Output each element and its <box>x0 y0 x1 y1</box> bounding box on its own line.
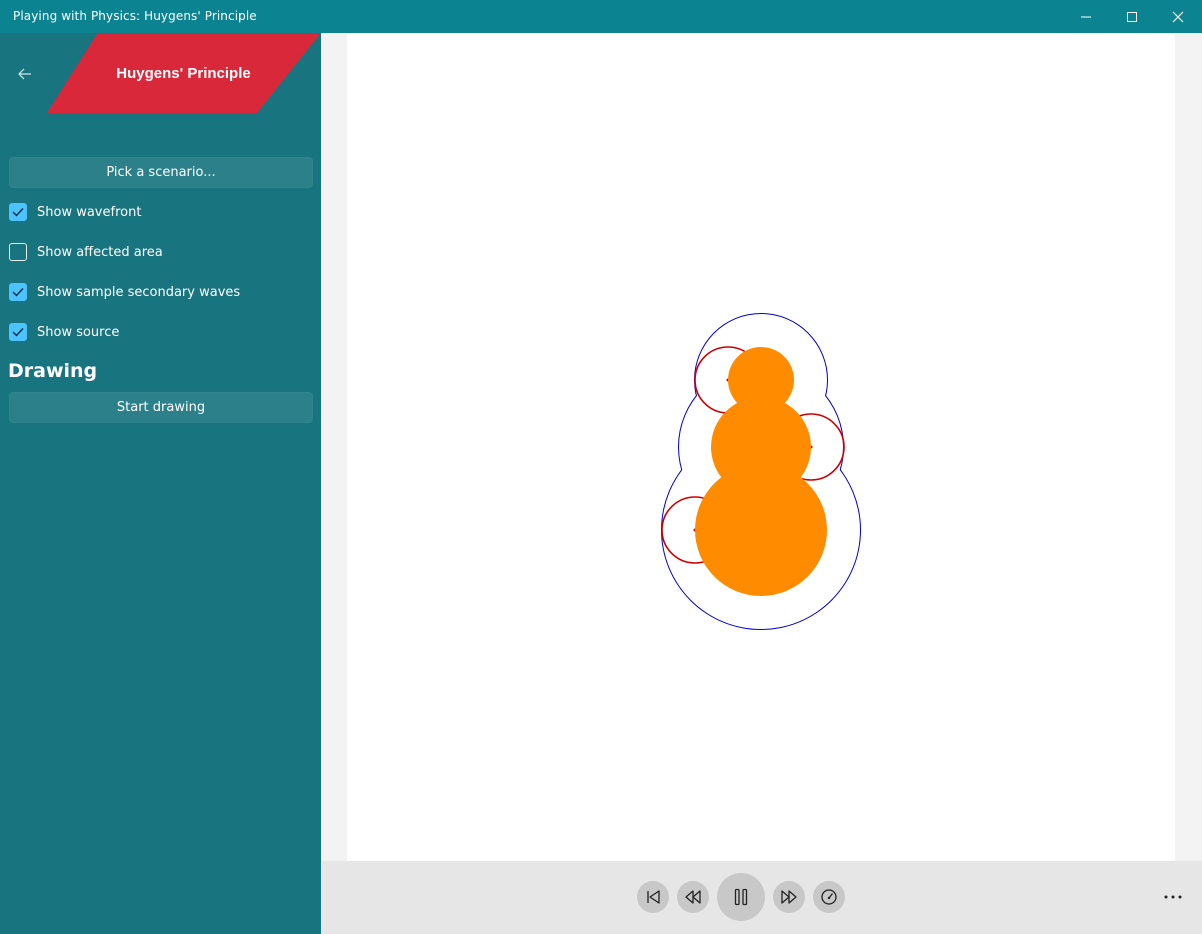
minimize-button[interactable] <box>1063 0 1109 33</box>
back-button[interactable] <box>12 61 38 87</box>
show-affected-area-label: Show affected area <box>37 244 163 260</box>
back-arrow-icon <box>18 68 31 80</box>
checkmark-icon <box>12 208 24 217</box>
banner-title: Huygens' Principle <box>116 65 251 82</box>
drawing-heading: Drawing <box>8 360 98 382</box>
more-icon <box>1164 895 1182 899</box>
show-source-label: Show source <box>37 324 120 340</box>
more-options-button[interactable] <box>1156 885 1190 909</box>
checkmark-icon <box>12 328 24 337</box>
maximize-icon <box>1127 11 1137 22</box>
show-affected-area-option[interactable]: Show affected area <box>9 241 163 263</box>
pause-button[interactable] <box>717 873 765 921</box>
fast-forward-icon <box>781 890 797 904</box>
maximize-button[interactable] <box>1109 0 1155 33</box>
start-drawing-button[interactable]: Start drawing <box>9 392 313 423</box>
show-source-option[interactable]: Show source <box>9 321 119 343</box>
minimize-icon <box>1081 16 1091 17</box>
title-bar: Playing with Physics: Huygens' Principle <box>0 0 1202 33</box>
pause-icon <box>734 888 748 906</box>
show-secondary-waves-label: Show sample secondary waves <box>37 284 241 300</box>
show-affected-area-checkbox[interactable] <box>9 243 27 261</box>
checkmark-icon <box>12 288 24 297</box>
show-wavefront-label: Show wavefront <box>37 204 142 220</box>
skip-to-start-button[interactable] <box>637 881 669 913</box>
rewind-button[interactable] <box>677 881 709 913</box>
show-wavefront-checkbox[interactable] <box>9 203 27 221</box>
show-source-checkbox[interactable] <box>9 323 27 341</box>
show-wavefront-option[interactable]: Show wavefront <box>9 201 141 223</box>
show-secondary-waves-checkbox[interactable] <box>9 283 27 301</box>
simulation-canvas[interactable] <box>347 33 1175 861</box>
show-secondary-waves-option[interactable]: Show sample secondary waves <box>9 281 240 303</box>
huygens-scene <box>661 313 861 630</box>
fast-forward-button[interactable] <box>773 881 805 913</box>
skip-to-start-icon <box>647 890 660 904</box>
speed-gauge-icon <box>821 889 837 905</box>
rewind-icon <box>685 890 701 904</box>
simulation-area <box>321 33 1202 861</box>
sidebar: Huygens' Principle Pick a scenario... Sh… <box>0 33 321 934</box>
window-title: Playing with Physics: Huygens' Principle <box>13 9 257 23</box>
playback-controls <box>321 861 1202 934</box>
close-icon <box>1172 11 1184 22</box>
speed-button[interactable] <box>813 881 845 913</box>
close-button[interactable] <box>1155 0 1201 33</box>
pick-scenario-button[interactable]: Pick a scenario... <box>9 157 313 188</box>
